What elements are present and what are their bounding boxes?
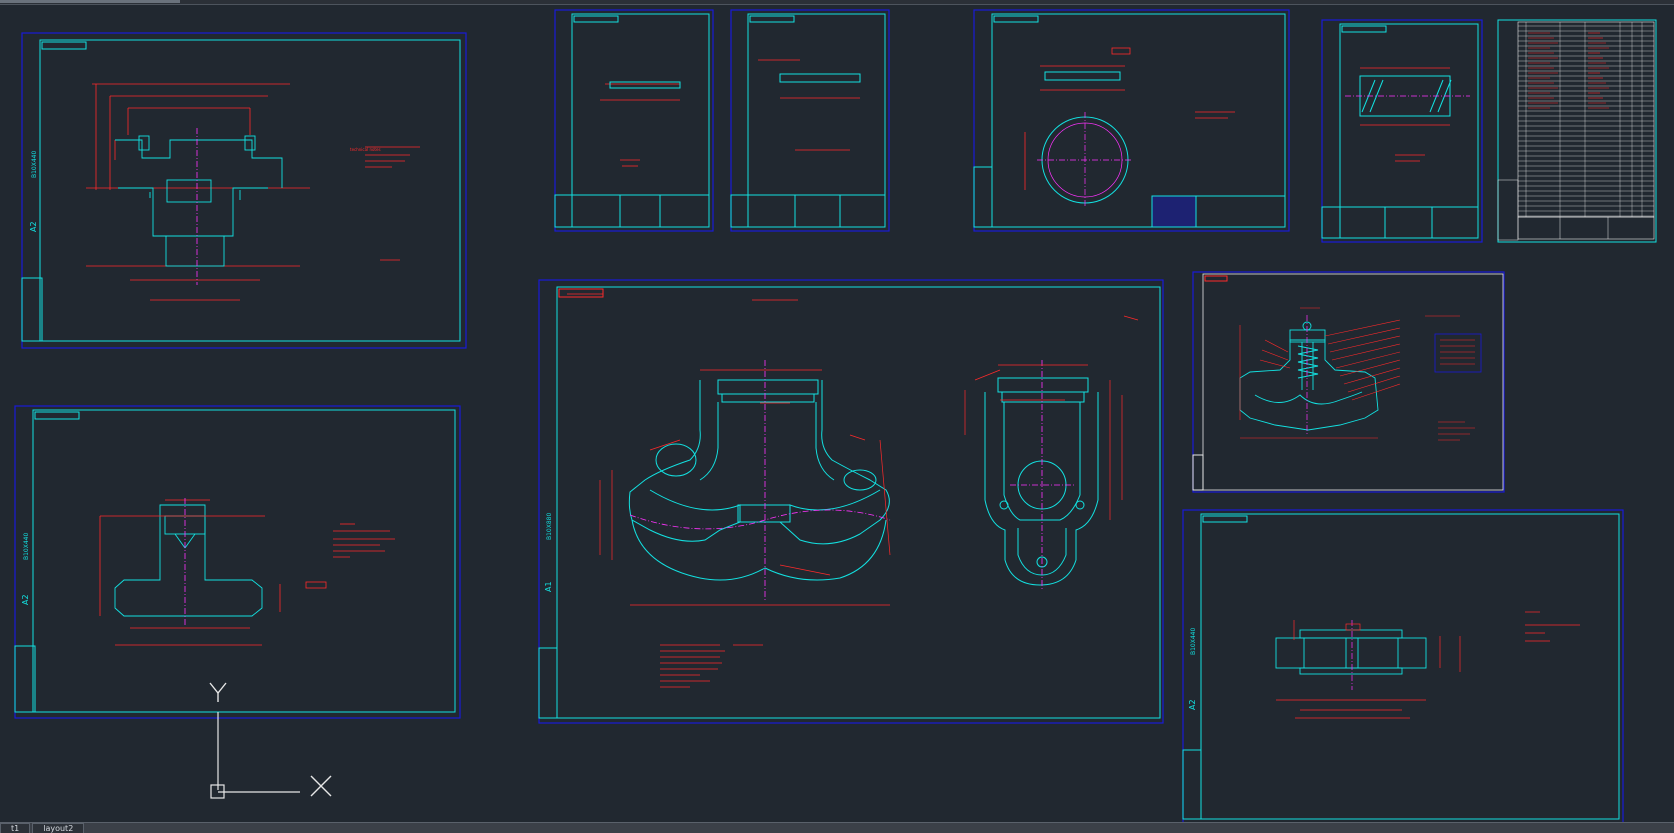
cad-model-space[interactable]: A2 B10X440 technical notes A2 B10X440 A1… (0, 0, 1674, 833)
sheet-top-left[interactable]: A2 B10X440 technical notes (21, 32, 467, 349)
sheet-small-1[interactable] (554, 9, 714, 232)
valve-assembly-view (1239, 321, 1379, 431)
sheet-bottom-left[interactable]: A2 B10X440 (14, 405, 461, 719)
sheet-side-code: B10X880 (546, 513, 553, 540)
sheet-side-label: A2 (1188, 699, 1197, 710)
part-dimensions-t-block (99, 499, 395, 646)
main-assembly-dimensions (567, 293, 1139, 688)
part-outline-stem (1275, 629, 1427, 675)
sheet-side-code: B10X440 (23, 533, 30, 560)
sheet-side-code: B10X440 (31, 151, 38, 178)
sheet-main-assembly[interactable]: A1 B10X880 (538, 279, 1164, 724)
sheet-small-3[interactable] (1321, 19, 1483, 243)
sheet-side-label: A2 (21, 594, 30, 605)
sheet-small-2[interactable] (730, 9, 890, 232)
tab-layout2[interactable]: layout2 (32, 823, 85, 833)
valve-body-front-view (628, 379, 890, 581)
layout-tab-bar: t1 layout2 (0, 822, 1674, 833)
drawing-canvas[interactable]: A2 B10X440 technical notes A2 B10X440 A1… (0, 0, 1674, 833)
part-outline-flange (115, 135, 283, 267)
sheet-side-code: B10X440 (1190, 628, 1197, 655)
sheet-medium-top[interactable] (973, 9, 1290, 232)
part-dimensions-stem (1276, 611, 1580, 719)
sheet-parts-list[interactable] (1497, 19, 1657, 243)
sheet-side-label: A1 (544, 581, 553, 592)
part-drawing-flange: technical notes (86, 83, 420, 301)
valve-body-side-view (984, 377, 1099, 586)
sheet-bottom-right[interactable]: A2 B10X440 (1182, 509, 1624, 824)
sheet-side-label: A2 (29, 221, 38, 232)
part-outline-t-block (114, 504, 263, 617)
tab-layout1[interactable]: t1 (0, 823, 31, 833)
sheet-valve-assembly[interactable] (1192, 271, 1505, 493)
ucs-icon (209, 682, 332, 799)
svg-text:technical notes: technical notes (350, 147, 381, 152)
